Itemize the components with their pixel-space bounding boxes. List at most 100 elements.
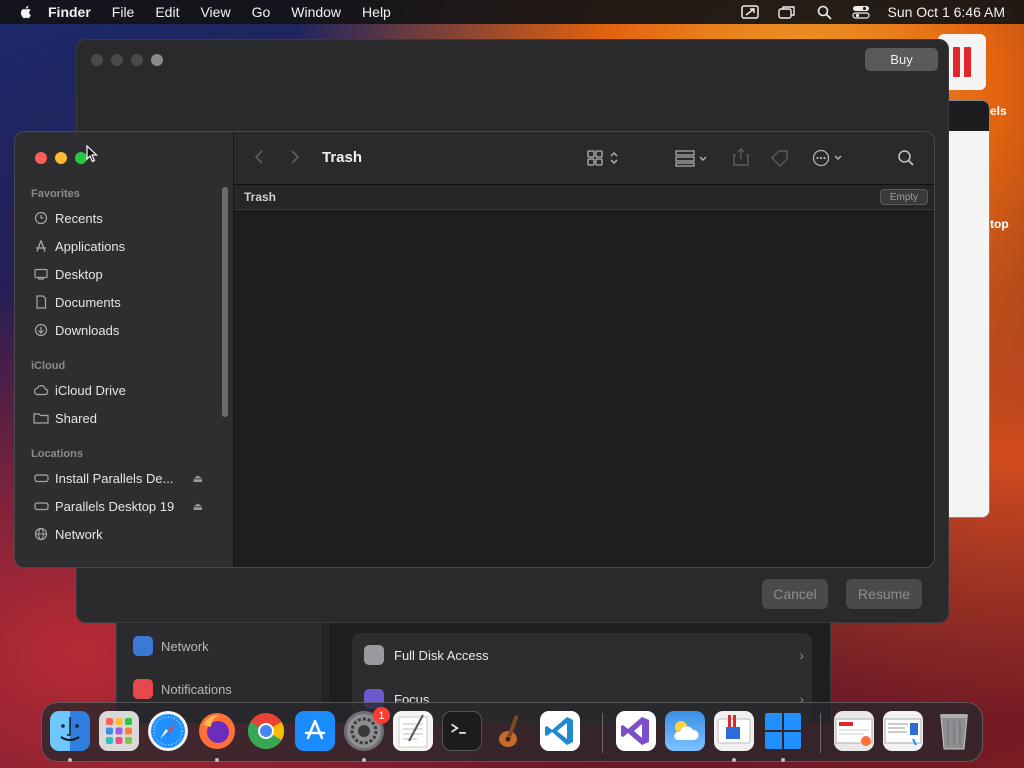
sidebar-item-label: iCloud Drive — [55, 382, 126, 398]
sidebar-item-label: Install Parallels De... — [55, 470, 174, 486]
sidebar-item-parallels-desktop[interactable]: Parallels Desktop 19 ⏏ — [33, 496, 219, 516]
menu-help[interactable]: Help — [362, 4, 391, 20]
dock-running-indicator — [781, 758, 785, 762]
minimize-button[interactable] — [55, 152, 67, 164]
dock-firefox-icon[interactable] — [197, 711, 237, 751]
dock-textedit-icon[interactable] — [393, 711, 433, 751]
menu-edit[interactable]: Edit — [155, 4, 179, 20]
close-button[interactable] — [91, 54, 103, 66]
disk-icon — [33, 470, 49, 486]
minimize-button[interactable] — [111, 54, 123, 66]
sidebar-item-label: Applications — [55, 238, 126, 254]
applications-icon — [33, 238, 49, 254]
dock-recent-document-icon[interactable] — [883, 711, 923, 751]
control-center-icon[interactable] — [851, 4, 871, 20]
dock-visual-studio-icon[interactable] — [616, 711, 656, 751]
disk-icon — [364, 645, 384, 665]
dock — [41, 702, 983, 762]
dock-trash-icon[interactable] — [934, 711, 974, 751]
search-icon[interactable] — [897, 149, 915, 167]
resume-button[interactable]: Resume — [846, 579, 922, 609]
file-list-area[interactable] — [234, 210, 934, 567]
sidebar-item-shared[interactable]: Shared — [33, 408, 219, 428]
dock-running-indicator — [215, 758, 219, 762]
download-icon — [33, 322, 49, 338]
window-title: Trash — [322, 149, 363, 166]
sidebar-item-network[interactable]: Network — [33, 524, 219, 544]
sidebar-item-label: Recents — [55, 210, 103, 226]
mouse-cursor-icon — [86, 145, 98, 163]
dock-separator — [602, 713, 603, 753]
dock-safari-icon[interactable] — [148, 711, 188, 751]
zoom-button[interactable] — [131, 54, 143, 66]
sidebar-item-documents[interactable]: Documents — [33, 292, 219, 312]
empty-trash-button[interactable]: Empty — [880, 189, 928, 205]
network-icon — [33, 526, 49, 542]
dock-app-store-icon[interactable] — [295, 711, 335, 751]
sidebar-heading-icloud: iCloud — [31, 360, 66, 372]
dock-garageband-icon[interactable] — [491, 711, 531, 751]
forward-button[interactable] — [290, 149, 300, 165]
view-mode-button[interactable] — [586, 149, 622, 167]
screen-mirroring-icon[interactable] — [740, 4, 760, 20]
sidebar-scrollbar[interactable] — [222, 187, 228, 417]
group-by-button[interactable] — [674, 149, 712, 167]
share-icon[interactable] — [732, 147, 750, 167]
document-icon — [33, 294, 49, 310]
dock-finder-icon[interactable] — [50, 711, 90, 751]
sidebar-item-desktop[interactable]: Desktop — [33, 264, 219, 284]
dock-running-indicator — [362, 758, 366, 762]
cancel-button[interactable]: Cancel — [762, 579, 828, 609]
dock-running-indicator — [732, 758, 736, 762]
window-switcher-icon[interactable] — [777, 4, 797, 20]
settings-row-full-disk-access[interactable]: Full Disk Access › — [364, 645, 804, 665]
dock-running-indicator — [68, 758, 72, 762]
close-button[interactable] — [35, 152, 47, 164]
settings-sidebar-notifications[interactable]: Notifications — [133, 679, 232, 699]
apple-menu-icon[interactable] — [18, 4, 34, 20]
dock-terminal-icon[interactable] — [442, 711, 482, 751]
settings-sidebar-label: Notifications — [161, 681, 232, 697]
buy-button[interactable]: Buy — [865, 48, 938, 71]
sidebar-item-install-parallels[interactable]: Install Parallels De... ⏏ — [33, 468, 219, 488]
eject-icon[interactable]: ⏏ — [193, 500, 203, 513]
dock-weather-icon[interactable] — [665, 711, 705, 751]
sidebar-heading-favorites: Favorites — [31, 188, 80, 200]
parallels-window-controls — [91, 54, 171, 66]
settings-row-label: Full Disk Access — [394, 647, 489, 663]
chevron-right-icon: › — [799, 647, 804, 663]
menu-go[interactable]: Go — [252, 4, 271, 20]
sidebar-item-label: Desktop — [55, 266, 103, 282]
bell-icon — [133, 679, 153, 699]
shared-folder-icon — [33, 410, 49, 426]
back-button[interactable] — [254, 149, 264, 165]
dock-chrome-icon[interactable] — [246, 711, 286, 751]
fullscreen-button[interactable] — [151, 54, 163, 66]
action-menu-button[interactable] — [812, 149, 846, 167]
dock-recent-document-icon[interactable] — [834, 711, 874, 751]
sidebar-item-icloud-drive[interactable]: iCloud Drive — [33, 380, 219, 400]
sidebar-item-recents[interactable]: Recents — [33, 208, 219, 228]
menu-file[interactable]: File — [112, 4, 135, 20]
dock-parallels-icon[interactable] — [714, 711, 754, 751]
menu-app-finder[interactable]: Finder — [48, 4, 91, 20]
menu-window[interactable]: Window — [291, 4, 341, 20]
dock-separator — [820, 713, 821, 753]
cloud-icon — [33, 382, 49, 398]
menu-view[interactable]: View — [200, 4, 230, 20]
sidebar-item-downloads[interactable]: Downloads — [33, 320, 219, 340]
globe-icon — [133, 636, 153, 656]
eject-icon[interactable]: ⏏ — [193, 472, 203, 485]
menu-bar: Finder File Edit View Go Window Help Sun… — [0, 0, 1024, 24]
spotlight-icon[interactable] — [814, 4, 834, 20]
dock-vscode-icon[interactable] — [540, 711, 580, 751]
disk-icon — [33, 498, 49, 514]
sidebar-item-label: Network — [55, 526, 103, 542]
sidebar-item-applications[interactable]: Applications — [33, 236, 219, 256]
menu-clock[interactable]: Sun Oct 1 6:46 AM — [887, 4, 1005, 20]
dock-launchpad-icon[interactable] — [99, 711, 139, 751]
tag-icon[interactable] — [770, 149, 790, 167]
settings-sidebar-network[interactable]: Network — [133, 636, 209, 656]
dock-windows-icon[interactable] — [763, 711, 803, 751]
sidebar-item-label: Documents — [55, 294, 121, 310]
